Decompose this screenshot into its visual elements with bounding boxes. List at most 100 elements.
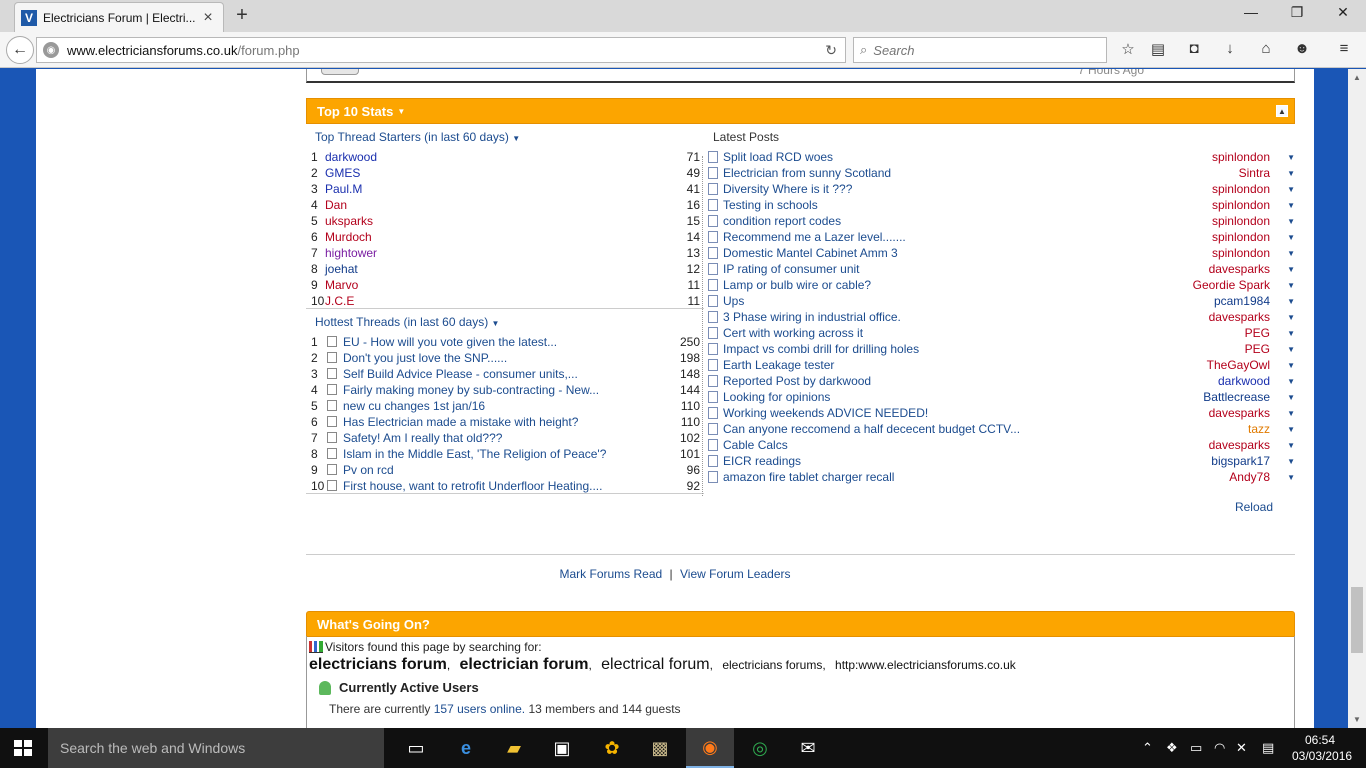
dropdown-arrow-icon[interactable]: ▼ [1287, 230, 1295, 246]
reload-link[interactable]: Reload [1235, 500, 1273, 514]
picasa-icon[interactable]: ✿ [588, 728, 636, 768]
reload-icon[interactable]: ↻ [825, 42, 837, 59]
users-online-link[interactable]: 157 users online. [434, 702, 525, 716]
post-title-link[interactable]: Looking for opinions [723, 389, 830, 405]
home-icon[interactable]: ⌂ [1255, 40, 1277, 60]
dropdown-arrow-icon[interactable]: ▼ [1287, 198, 1295, 214]
poster-username-link[interactable]: spinlondon [1212, 245, 1270, 261]
top10-header[interactable]: Top 10 Stats ▼ ▲ [306, 98, 1295, 124]
post-title-link[interactable]: Recommend me a Lazer level....... [723, 229, 906, 245]
show-hidden-icons-icon[interactable]: ⌃ [1142, 740, 1153, 756]
post-title-link[interactable]: Can anyone reccomend a half dececent bud… [723, 421, 1020, 437]
poster-username-link[interactable]: Geordie Spark [1193, 277, 1270, 293]
taskbar-search-box[interactable]: Search the web and Windows [48, 728, 384, 768]
scroll-up-icon[interactable]: ▲ [1348, 73, 1366, 82]
dropdown-arrow-icon[interactable]: ▼ [1287, 374, 1295, 390]
username-link[interactable]: Paul.M [325, 181, 362, 197]
post-title-link[interactable]: Reported Post by darkwood [723, 373, 871, 389]
dropdown-arrow-icon[interactable]: ▼ [1287, 150, 1295, 166]
poster-username-link[interactable]: TheGayOwl [1207, 357, 1270, 373]
thread-title-link[interactable]: Islam in the Middle East, 'The Religion … [343, 446, 606, 462]
post-title-link[interactable]: Cable Calcs [723, 437, 788, 453]
post-title-link[interactable]: Working weekends ADVICE NEEDED! [723, 405, 928, 421]
dropdown-arrow-icon[interactable]: ▼ [1287, 166, 1295, 182]
post-title-link[interactable]: Ups [723, 293, 744, 309]
dropdown-arrow-icon[interactable]: ▼ [1287, 422, 1295, 438]
file-explorer-icon[interactable]: ▰ [490, 728, 538, 768]
post-title-link[interactable]: Electrician from sunny Scotland [723, 165, 891, 181]
download-icon[interactable]: ↓ [1219, 40, 1241, 60]
post-title-link[interactable]: condition report codes [723, 213, 841, 229]
post-title-link[interactable]: EICR readings [723, 453, 801, 469]
dropdown-arrow-icon[interactable]: ▼ [397, 107, 405, 116]
poster-username-link[interactable]: tazz [1248, 421, 1270, 437]
new-tab-icon[interactable]: + [232, 4, 252, 27]
post-title-link[interactable]: amazon fire tablet charger recall [723, 469, 894, 485]
search-box[interactable]: ⌕ [853, 37, 1107, 63]
keyword-link[interactable]: electricians forums [722, 658, 822, 672]
search-input[interactable] [873, 42, 1074, 58]
poster-username-link[interactable]: bigspark17 [1211, 453, 1270, 469]
scroll-down-icon[interactable]: ▼ [1348, 715, 1366, 724]
close-window-icon[interactable]: ✕ [1328, 4, 1358, 21]
username-link[interactable]: Dan [325, 197, 347, 213]
username-link[interactable]: J.C.E [325, 293, 354, 309]
dropdown-arrow-icon[interactable]: ▼ [1287, 262, 1295, 278]
url-bar[interactable]: ◉ www.electriciansforums.co.uk/forum.php… [36, 37, 846, 63]
hottest-threads-title[interactable]: Hottest Threads (in last 60 days) ▼ [315, 315, 499, 329]
dropdown-arrow-icon[interactable]: ▼ [1287, 310, 1295, 326]
dropdown-arrow-icon[interactable]: ▼ [1287, 454, 1295, 470]
dropbox-icon[interactable]: ❖ [1166, 740, 1178, 756]
edge-icon[interactable]: e [442, 728, 490, 768]
username-link[interactable]: Murdoch [325, 229, 372, 245]
poster-username-link[interactable]: pcam1984 [1214, 293, 1270, 309]
keyword-link[interactable]: electrician forum [460, 656, 589, 673]
poster-username-link[interactable]: spinlondon [1212, 149, 1270, 165]
username-link[interactable]: Marvo [325, 277, 358, 293]
thread-title-link[interactable]: EU - How will you vote given the latest.… [343, 334, 557, 350]
post-title-link[interactable]: Split load RCD woes [723, 149, 833, 165]
post-title-link[interactable]: Diversity Where is it ??? [723, 181, 852, 197]
post-title-link[interactable]: Impact vs combi drill for drilling holes [723, 341, 919, 357]
post-title-link[interactable]: Earth Leakage tester [723, 357, 834, 373]
thread-title-link[interactable]: Safety! Am I really that old??? [343, 430, 502, 446]
system-clock[interactable]: 06:54 03/03/2016 [1292, 732, 1352, 764]
poster-username-link[interactable]: davesparks [1209, 437, 1270, 453]
collapse-icon[interactable]: ▲ [1276, 105, 1288, 117]
minimize-icon[interactable]: — [1236, 4, 1266, 20]
dropdown-arrow-icon[interactable]: ▼ [1287, 358, 1295, 374]
thread-title-link[interactable]: Don't you just love the SNP...... [343, 350, 507, 366]
scroll-thumb[interactable] [1351, 587, 1363, 653]
thread-title-link[interactable]: First house, want to retrofit Underfloor… [343, 478, 602, 494]
poster-username-link[interactable]: spinlondon [1212, 181, 1270, 197]
volume-muted-icon[interactable]: ✕ [1236, 740, 1247, 756]
poster-username-link[interactable]: darkwood [1218, 373, 1270, 389]
keyword-link[interactable]: http:www.electriciansforums.co.uk [835, 658, 1016, 672]
post-title-link[interactable]: 3 Phase wiring in industrial office. [723, 309, 901, 325]
keyword-link[interactable]: electricians forum [309, 656, 447, 673]
page-scrollbar[interactable]: ▲ ▼ [1348, 69, 1366, 728]
username-link[interactable]: joehat [325, 261, 358, 277]
store-icon[interactable]: ▣ [538, 728, 586, 768]
menu-icon[interactable]: ≡ [1333, 40, 1355, 60]
dropdown-arrow-icon[interactable]: ▼ [1287, 390, 1295, 406]
dropdown-arrow-icon[interactable]: ▼ [1287, 246, 1295, 262]
top-starters-title[interactable]: Top Thread Starters (in last 60 days) ▼ [315, 130, 520, 144]
dropdown-arrow-icon[interactable]: ▼ [1287, 182, 1295, 198]
action-center-icon[interactable]: ▤ [1262, 740, 1274, 756]
thread-title-link[interactable]: Has Electrician made a mistake with heig… [343, 414, 578, 430]
poster-username-link[interactable]: PEG [1245, 325, 1270, 341]
firefox-icon[interactable]: ◉ [686, 728, 734, 768]
username-link[interactable]: GMES [325, 165, 360, 181]
reading-list-icon[interactable]: ▤ [1147, 40, 1169, 60]
thread-title-link[interactable]: Pv on rcd [343, 462, 394, 478]
poster-username-link[interactable]: spinlondon [1212, 229, 1270, 245]
username-link[interactable]: darkwood [325, 149, 377, 165]
post-title-link[interactable]: IP rating of consumer unit [723, 261, 860, 277]
dropdown-arrow-icon[interactable]: ▼ [1287, 294, 1295, 310]
wifi-icon[interactable]: ◠ [1214, 740, 1225, 756]
dropdown-arrow-icon[interactable]: ▼ [1287, 438, 1295, 454]
poster-username-link[interactable]: Sintra [1239, 165, 1270, 181]
browser-tab[interactable]: V Electricians Forum | Electri... × [14, 2, 224, 32]
username-link[interactable]: hightower [325, 245, 377, 261]
